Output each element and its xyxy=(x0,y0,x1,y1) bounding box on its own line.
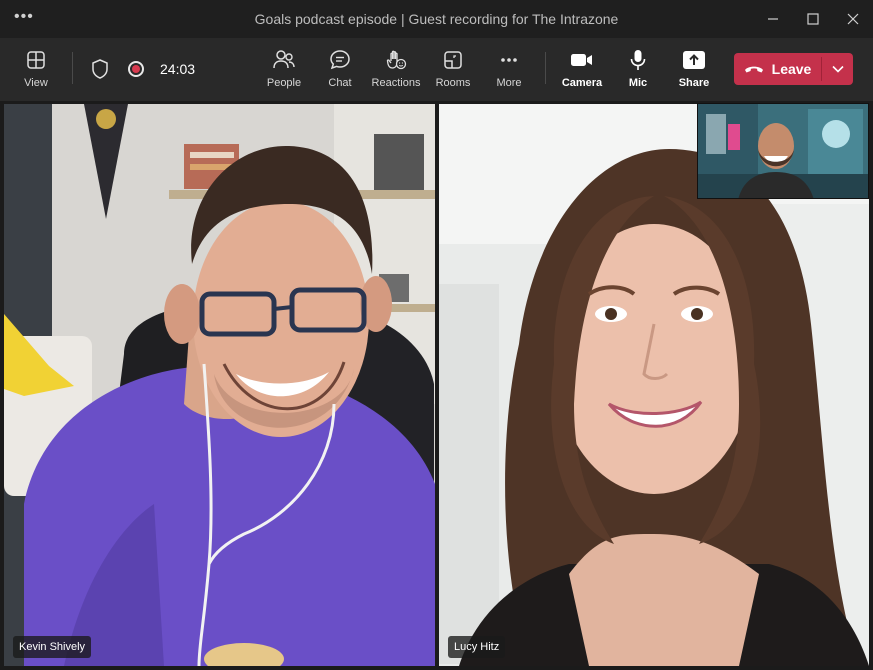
microphone-icon xyxy=(628,48,648,72)
leave-options-button[interactable] xyxy=(822,53,853,85)
chat-label: Chat xyxy=(328,77,352,89)
leave-button-group: Leave xyxy=(734,53,853,85)
more-icon xyxy=(498,48,520,72)
participant-video-feed xyxy=(4,104,435,666)
close-button[interactable] xyxy=(838,8,868,30)
share-screen-icon xyxy=(682,48,706,72)
more-label: More xyxy=(496,77,522,89)
raise-hand-icon xyxy=(385,48,407,72)
recording-indicator-icon xyxy=(128,61,144,77)
self-view-feed xyxy=(698,104,868,198)
mic-button[interactable]: Mic xyxy=(610,48,666,89)
leave-button[interactable]: Leave xyxy=(734,53,821,85)
participant-name-badge: Lucy Hitz xyxy=(448,636,506,658)
minimize-icon xyxy=(768,18,778,20)
video-tile-kevin[interactable]: Kevin Shively xyxy=(4,104,435,666)
self-view-video[interactable] xyxy=(697,103,869,199)
hang-up-icon xyxy=(744,66,763,73)
chat-icon xyxy=(329,48,351,72)
people-icon xyxy=(272,48,296,72)
meeting-toolbar: View 24:03 People Chat Reactions Rooms M… xyxy=(0,38,873,101)
share-button[interactable]: Share xyxy=(666,48,722,89)
mic-label: Mic xyxy=(628,77,648,89)
camera-icon xyxy=(570,48,594,72)
people-button[interactable]: People xyxy=(256,48,312,89)
participant-name-badge: Kevin Shively xyxy=(13,636,92,658)
leave-label: Leave xyxy=(771,61,812,77)
share-label: Share xyxy=(678,77,710,89)
people-label: People xyxy=(266,77,302,89)
rooms-label: Rooms xyxy=(435,77,471,89)
maximize-button[interactable] xyxy=(798,8,828,30)
view-label: View xyxy=(24,77,48,89)
reactions-button[interactable]: Reactions xyxy=(368,48,424,89)
shield-icon[interactable] xyxy=(90,58,110,85)
toolbar-divider xyxy=(72,52,73,84)
toolbar-divider xyxy=(545,52,546,84)
chat-button[interactable]: Chat xyxy=(312,48,368,89)
camera-button[interactable]: Camera xyxy=(554,48,610,89)
chevron-down-icon xyxy=(831,65,844,73)
reactions-label: Reactions xyxy=(371,77,421,89)
maximize-icon xyxy=(807,13,819,25)
view-button[interactable]: View xyxy=(8,48,64,89)
more-button[interactable]: More xyxy=(481,48,537,89)
camera-label: Camera xyxy=(561,77,603,89)
rooms-button[interactable]: Rooms xyxy=(425,48,481,89)
minimize-button[interactable] xyxy=(758,8,788,30)
breakout-rooms-icon xyxy=(442,48,464,72)
title-bar: ••• Goals podcast episode | Guest record… xyxy=(0,0,873,38)
meeting-timer: 24:03 xyxy=(160,61,196,77)
grid-view-icon xyxy=(26,48,46,72)
close-icon xyxy=(847,13,859,25)
window-title: Goals podcast episode | Guest recording … xyxy=(254,11,619,27)
